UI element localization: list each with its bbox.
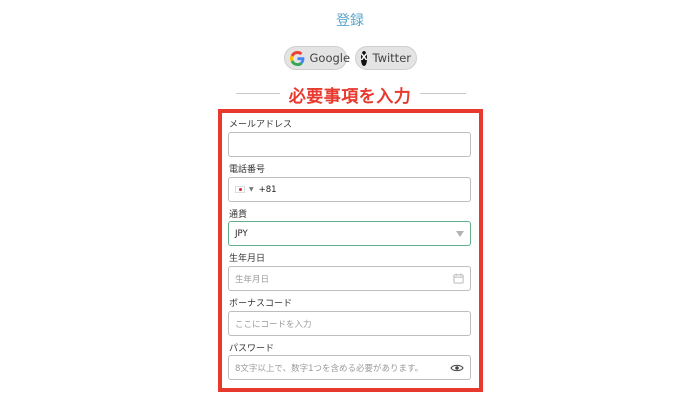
email-label: メールアドレス	[229, 120, 293, 130]
google-login-button[interactable]: Google	[283, 46, 350, 70]
birthdate-placeholder: 生年月日	[235, 274, 270, 285]
phone-field[interactable]: ▼ +81	[228, 177, 471, 202]
page-title: 登録	[336, 13, 364, 29]
bonus-code-field[interactable]: ここにコードを入力	[228, 311, 471, 336]
twitter-login-button[interactable]: X Twitter	[354, 46, 417, 70]
chevron-down-icon	[456, 230, 464, 237]
google-icon	[289, 50, 305, 66]
google-login-label: Google	[309, 51, 351, 65]
currency-label: 通貨	[229, 210, 248, 220]
currency-select[interactable]: JPY	[228, 221, 471, 246]
divider-left	[236, 93, 280, 94]
japan-flag-icon[interactable]	[235, 186, 245, 193]
phone-label: 電話番号	[229, 165, 266, 175]
password-placeholder: 8文字以上で、数字1つを含める必要があります。	[235, 363, 424, 374]
required-fields-heading: 必要事項を入力	[288, 87, 412, 107]
password-label: パスワード	[229, 344, 275, 354]
password-field[interactable]: 8文字以上で、数字1つを含める必要があります。	[228, 355, 471, 380]
birthdate-label: 生年月日	[229, 254, 266, 264]
birthdate-field[interactable]: 生年月日	[228, 266, 471, 291]
currency-selected-value: JPY	[235, 228, 248, 239]
eye-icon[interactable]	[450, 363, 464, 373]
email-field[interactable]	[228, 132, 471, 157]
calendar-icon[interactable]	[453, 273, 464, 284]
divider-right	[420, 93, 466, 94]
bonus-code-placeholder: ここにコードを入力	[235, 319, 312, 330]
registration-page: 登録 Google X Twitter 必要事項を入力 メールアドレス 電話番号	[0, 0, 700, 400]
country-dropdown-caret-icon[interactable]: ▼	[249, 186, 254, 193]
twitter-login-label: Twitter	[372, 51, 411, 65]
bonus-code-label: ボーナスコード	[229, 299, 293, 309]
social-login-row: Google X Twitter	[0, 46, 700, 70]
phone-country-code: +81	[258, 184, 277, 195]
x-logo-icon: X	[360, 50, 368, 66]
